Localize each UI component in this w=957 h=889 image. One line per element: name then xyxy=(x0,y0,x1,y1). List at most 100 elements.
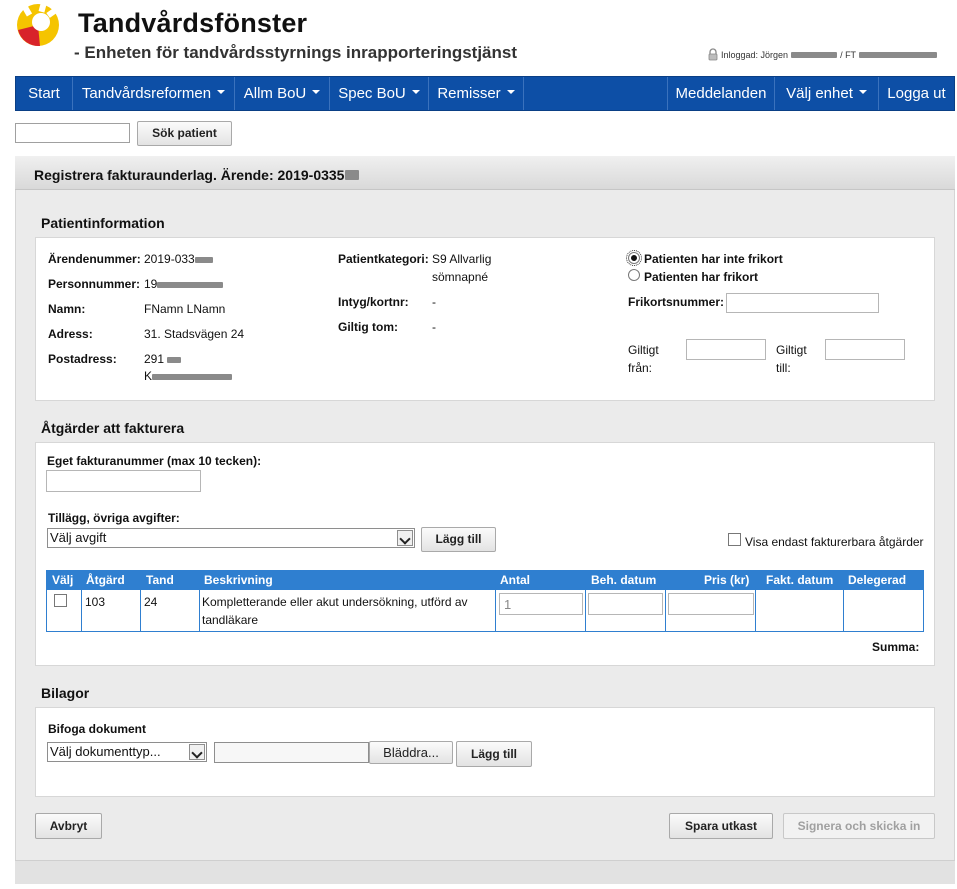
redacted-block xyxy=(194,256,213,263)
postadress-text: 291 xyxy=(144,352,165,366)
redacted-block xyxy=(859,51,938,58)
col-divider xyxy=(755,590,756,632)
antal-field[interactable]: 1 xyxy=(499,593,583,615)
patientkategori-value: S9 Allvarlig xyxy=(432,252,492,266)
redacted-block xyxy=(152,373,233,380)
postadress-label: Postadress: xyxy=(48,352,117,366)
nav-tandvardsreformen-label: Tandvårdsreformen xyxy=(81,85,212,102)
actions-table-header: Välj Åtgärd Tand Beskrivning Antal Beh. … xyxy=(46,570,924,590)
nav-spec-bou[interactable]: Spec BoU xyxy=(330,77,429,110)
personnummer-label: Personnummer: xyxy=(48,277,141,291)
main-nav: Start Tandvårdsreformen Allm BoU Spec Bo… xyxy=(15,76,955,111)
doctype-select[interactable]: Välj dokumenttyp... xyxy=(47,742,207,762)
col-divider xyxy=(585,590,586,632)
col-atgard: Åtgärd xyxy=(86,573,125,587)
personnummer-value: 19 xyxy=(144,277,224,291)
visa-fakturerbara-checkbox[interactable] xyxy=(728,533,741,546)
cancel-button[interactable]: Avbryt xyxy=(35,813,102,839)
caret-down-icon xyxy=(858,90,867,95)
nav-start[interactable]: Start xyxy=(16,77,73,110)
adress-value: 31. Stadsvägen 24 xyxy=(144,327,245,341)
frikortsnummer-field[interactable] xyxy=(726,293,879,313)
giltigt-till-field[interactable] xyxy=(825,339,905,360)
eget-fakturanummer-field[interactable] xyxy=(46,470,201,492)
app-subtitle: - Enheten för tandvårdsstyrnings inrappo… xyxy=(74,43,518,62)
col-beskrivning: Beskrivning xyxy=(204,573,273,587)
sign-and-submit-button[interactable]: Signera och skicka in xyxy=(783,813,935,839)
nav-remisser-label: Remisser xyxy=(437,85,501,102)
eget-fakturanummer-label: Eget fakturanummer (max 10 tecken): xyxy=(47,454,262,468)
intyg-label: Intyg/kortnr: xyxy=(338,295,409,309)
redacted-block xyxy=(167,356,182,363)
giltigt-fran-label-line2: från: xyxy=(628,361,653,375)
postadress-line2-text: K xyxy=(144,369,153,383)
tillagg-label: Tillägg, övriga avgifter: xyxy=(48,511,180,525)
nav-allm-bou[interactable]: Allm BoU xyxy=(235,77,330,110)
file-path-field[interactable] xyxy=(214,742,369,763)
radio-no-frikort-label[interactable]: Patienten har inte frikort xyxy=(644,252,783,266)
avgift-select[interactable]: Välj avgift xyxy=(47,528,415,548)
caret-down-icon xyxy=(411,90,420,95)
redacted-block xyxy=(157,281,224,288)
login-user: Inloggad: Jörgen xyxy=(721,49,789,60)
chevron-down-icon[interactable] xyxy=(189,744,205,760)
lock-icon xyxy=(708,48,718,61)
beh-datum-field[interactable] xyxy=(588,593,663,615)
namn-value: FNamn LNamn xyxy=(144,302,226,316)
section-title-patient: Patientinformation xyxy=(41,215,165,231)
save-draft-button[interactable]: Spara utkast xyxy=(669,813,773,839)
postadress-value: 291 xyxy=(144,352,182,366)
pris-field[interactable] xyxy=(668,593,754,615)
browse-button[interactable]: Bläddra... xyxy=(369,741,453,764)
nav-logga-ut-label: Logga ut xyxy=(887,85,946,102)
arende-value-text: 2019-033 xyxy=(144,252,195,266)
app-title: Tandvårdsfönster xyxy=(78,8,308,38)
nav-spec-bou-label: Spec BoU xyxy=(338,85,406,102)
namn-label: Namn: xyxy=(48,302,86,316)
add-bilaga-button[interactable]: Lägg till xyxy=(456,741,532,767)
nav-remisser[interactable]: Remisser xyxy=(429,77,524,110)
adress-label: Adress: xyxy=(48,327,93,341)
nav-tandvardsreformen[interactable]: Tandvårdsreformen xyxy=(73,77,235,110)
logo-icon xyxy=(17,0,60,47)
nav-meddelanden[interactable]: Meddelanden xyxy=(667,77,774,110)
table-row: 103 24 Kompletterande eller akut undersö… xyxy=(46,590,924,632)
cell-tand: 24 xyxy=(144,595,158,609)
giltigt-fran-field[interactable] xyxy=(686,339,766,360)
chevron-down-icon[interactable] xyxy=(397,530,413,546)
radio-no-frikort[interactable] xyxy=(626,250,642,266)
col-divider xyxy=(199,590,200,632)
row-select-checkbox[interactable] xyxy=(54,594,67,607)
col-antal: Antal xyxy=(500,573,530,587)
col-beh-datum: Beh. datum xyxy=(591,573,657,587)
search-patient-button[interactable]: Sök patient xyxy=(137,121,232,146)
col-divider xyxy=(665,590,666,632)
add-avgift-button[interactable]: Lägg till xyxy=(421,527,496,552)
col-divider xyxy=(81,590,82,632)
cell-beskrivning-line2: tandläkare xyxy=(202,613,259,627)
arende-label: Ärendenummer: xyxy=(48,252,141,266)
giltigt-till-label-line2: till: xyxy=(776,361,791,375)
nav-logga-ut[interactable]: Logga ut xyxy=(878,77,954,110)
nav-meddelanden-label: Meddelanden xyxy=(675,85,767,102)
nav-start-label: Start xyxy=(28,85,60,102)
search-input[interactable] xyxy=(15,123,130,143)
nav-valj-enhet[interactable]: Välj enhet xyxy=(774,77,878,110)
visa-fakturerbara-label[interactable]: Visa endast fakturerbara åtgärder xyxy=(745,535,924,549)
page-title-text: Registrera fakturaunderlag. Ärende: 2019… xyxy=(34,167,345,183)
giltigt-fran-label: Giltigt xyxy=(628,343,659,357)
caret-down-icon xyxy=(506,90,515,95)
doctype-select-value: Välj dokumenttyp... xyxy=(50,744,161,759)
nav-allm-bou-label: Allm BoU xyxy=(243,85,307,102)
login-info: Inloggad: Jörgen / FT xyxy=(708,48,938,61)
redacted-block xyxy=(791,51,838,58)
frikortsnummer-label: Frikortsnummer: xyxy=(628,295,725,309)
page-title: Registrera fakturaunderlag. Ärende: 2019… xyxy=(34,167,360,183)
avgift-select-value: Välj avgift xyxy=(50,530,107,545)
radio-frikort-label[interactable]: Patienten har frikort xyxy=(644,270,758,284)
postadress-line2: K xyxy=(144,369,233,383)
radio-frikort[interactable] xyxy=(628,269,640,281)
cell-atgard: 103 xyxy=(85,595,106,609)
caret-down-icon xyxy=(217,90,226,95)
col-divider xyxy=(495,590,496,632)
